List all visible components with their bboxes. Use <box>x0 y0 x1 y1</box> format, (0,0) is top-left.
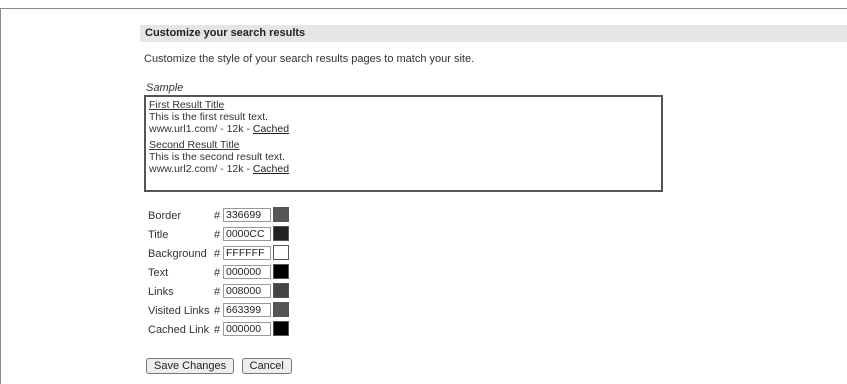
hash-sign: # <box>214 210 221 222</box>
result-meta: www.url2.com/ - 12k - Cached <box>149 163 661 175</box>
section-title: Customize your search results <box>145 27 306 39</box>
hash-sign: # <box>214 248 221 260</box>
cached-link: Cached <box>252 163 290 175</box>
title-color-swatch[interactable] <box>273 226 289 241</box>
color-label: Links <box>148 286 174 298</box>
result-url: www.url2.com/ - 12k - <box>149 163 253 175</box>
text-color-swatch[interactable] <box>273 264 289 279</box>
color-label: Visited Links <box>148 305 210 317</box>
result-text: This is the second result text. <box>149 151 285 163</box>
cached-link-color-swatch[interactable] <box>273 321 289 336</box>
border-color-swatch[interactable] <box>273 207 289 222</box>
cancel-button[interactable]: Cancel <box>241 358 292 374</box>
visited-links-color-input[interactable] <box>223 303 271 317</box>
intro-text: Customize the style of your search resul… <box>144 53 475 65</box>
cached-link: Cached <box>252 123 290 135</box>
result-text: This is the first result text. <box>149 111 269 123</box>
hash-sign: # <box>214 229 221 241</box>
sample-result: Second Result Title This is the second r… <box>149 139 661 175</box>
hash-sign: # <box>214 267 221 279</box>
color-label: Text <box>148 267 169 279</box>
sample-result: First Result Title This is the first res… <box>149 99 661 135</box>
cached-link-color-input[interactable] <box>223 322 271 336</box>
result-meta: www.url1.com/ - 12k - Cached <box>149 123 661 135</box>
hash-sign: # <box>214 286 221 298</box>
links-color-input[interactable] <box>223 284 271 298</box>
text-color-input[interactable] <box>223 265 271 279</box>
background-color-swatch[interactable] <box>273 245 289 260</box>
sample-preview-box: First Result Title This is the first res… <box>144 95 663 192</box>
title-color-input[interactable] <box>223 227 271 241</box>
links-color-swatch[interactable] <box>273 283 289 298</box>
sample-label: Sample <box>146 82 184 94</box>
color-label: Title <box>148 229 169 241</box>
color-label: Cached Link <box>148 324 210 336</box>
hash-sign: # <box>214 324 221 336</box>
result-url: www.url1.com/ - 12k - <box>149 123 253 135</box>
save-changes-button[interactable]: Save Changes <box>146 358 235 374</box>
form-buttons: Save Changes Cancel <box>146 356 295 374</box>
color-label: Border <box>148 210 182 222</box>
background-color-input[interactable] <box>223 246 271 260</box>
result-title-link: Second Result Title <box>149 139 240 151</box>
color-label: Background <box>148 248 207 260</box>
hash-sign: # <box>214 305 221 317</box>
result-title-link: First Result Title <box>149 99 225 111</box>
visited-links-color-swatch[interactable] <box>273 302 289 317</box>
border-color-input[interactable] <box>223 208 271 222</box>
